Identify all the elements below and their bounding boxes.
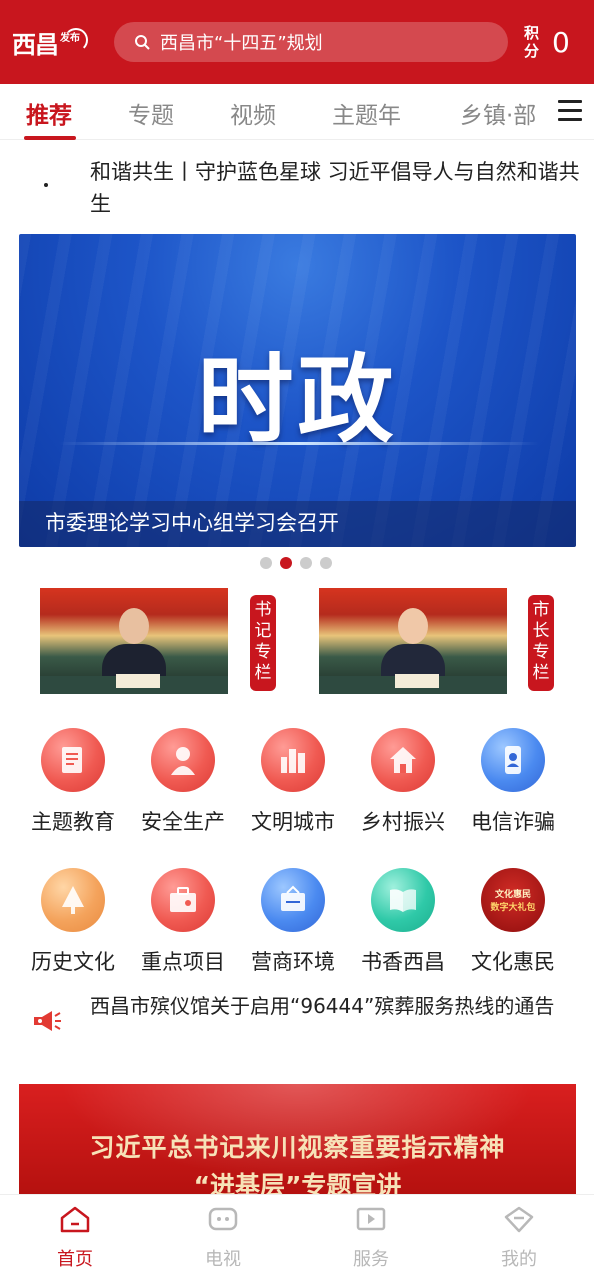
shortcut-label: 主题教育	[31, 810, 115, 834]
nav-label: 首页	[57, 1249, 93, 1270]
tab-video[interactable]: 视频	[230, 96, 276, 130]
shortcut-reading-xichang[interactable]: 书香西昌	[348, 868, 458, 976]
shortcut-label: 历史文化	[31, 950, 115, 974]
phone-icon	[481, 728, 545, 792]
carousel-dot-active[interactable]	[280, 557, 292, 569]
shortcut-label: 乡村振兴	[361, 810, 445, 834]
play-icon	[356, 1207, 386, 1231]
active-tab-indicator	[24, 136, 76, 140]
promo-line-2: “进基层”专题宣讲	[193, 1171, 402, 1194]
briefcase-icon	[151, 868, 215, 932]
shortcut-telecom-fraud[interactable]: 电信诈骗	[458, 728, 568, 836]
headline-news[interactable]: 和谐共生丨守护蓝色星球 习近平倡导人与自然和谐共生	[90, 156, 580, 220]
bottom-nav: 首页 电视 服务 我的	[0, 1194, 594, 1280]
points-value: 0	[552, 25, 570, 59]
top-header: 西昌 发布 西昌市“十四五”规划 积分 0	[0, 0, 594, 84]
tab-theme-year[interactable]: 主题年	[332, 96, 401, 130]
shortcut-label: 安全生产	[141, 810, 225, 834]
shortcut-civilized-city[interactable]: 文明城市	[238, 728, 348, 836]
banner-title: 时政	[197, 344, 398, 456]
shortcut-safety-production[interactable]: 安全生产	[128, 728, 238, 836]
logo-sub-text: 发布	[60, 32, 80, 44]
channel-tabs: 推荐 专题 视频 主题年 乡镇·部	[0, 84, 594, 140]
promo-banner[interactable]: 习近平总书记来川视察重要指示精神 “进基层”专题宣讲	[19, 1084, 576, 1194]
carousel-dot[interactable]	[260, 557, 272, 569]
nav-tv[interactable]: 电视	[178, 1205, 268, 1271]
megaphone-icon	[34, 1011, 61, 1031]
shortcut-label: 电信诈骗	[471, 810, 555, 834]
app-logo[interactable]: 西昌 发布	[12, 14, 108, 70]
tree-icon	[41, 868, 105, 932]
nav-label: 我的	[501, 1249, 537, 1270]
secretary-column-photo[interactable]	[40, 588, 228, 694]
shortcut-key-projects[interactable]: 重点项目	[128, 868, 238, 976]
city-icon	[261, 728, 325, 792]
shortcut-history-culture[interactable]: 历史文化	[18, 868, 128, 976]
worker-icon	[151, 728, 215, 792]
home-icon	[60, 1206, 90, 1233]
nav-home[interactable]: 首页	[30, 1205, 120, 1271]
shortcut-label: 文化惠民	[471, 950, 555, 974]
house-icon	[371, 728, 435, 792]
shortcut-culture-benefit[interactable]: 文化惠民 数字大礼包 文化惠民	[458, 868, 568, 976]
search-bar[interactable]: 西昌市“十四五”规划	[114, 22, 508, 62]
nameplate	[395, 674, 439, 688]
logo-main-text: 西昌	[12, 29, 59, 59]
search-placeholder: 西昌市“十四五”规划	[160, 33, 323, 54]
shortcut-label: 营商环境	[251, 950, 335, 974]
book-icon	[371, 868, 435, 932]
culture-icon: 文化惠民 数字大礼包	[481, 868, 545, 932]
nav-service[interactable]: 服务	[326, 1205, 416, 1271]
nav-label: 电视	[205, 1249, 241, 1270]
search-icon	[135, 35, 150, 50]
mayor-column-label[interactable]: 市长专栏	[528, 595, 554, 691]
nav-profile[interactable]: 我的	[474, 1205, 564, 1271]
carousel-dots	[260, 557, 332, 569]
nameplate	[116, 674, 160, 688]
nav-label: 服务	[353, 1249, 389, 1270]
shortcut-business-environment[interactable]: 营商环境	[238, 868, 348, 976]
shortcut-rural-revitalization[interactable]: 乡村振兴	[348, 728, 458, 836]
bullet-dot	[44, 183, 48, 187]
points-widget[interactable]: 积分 0	[524, 24, 570, 60]
shortcut-theme-education[interactable]: 主题教育	[18, 728, 128, 836]
shortcut-label: 文明城市	[251, 810, 335, 834]
tab-topics[interactable]: 专题	[128, 96, 174, 130]
banner-carousel[interactable]: 时政 市委理论学习中心组学习会召开	[19, 234, 576, 547]
promo-line-1: 习近平总书记来川视察重要指示精神	[89, 1133, 506, 1162]
notice-text[interactable]: 西昌市殡仪馆关于启用“96444”殡葬服务热线的通告	[90, 990, 580, 1022]
shortcut-label: 书香西昌	[361, 950, 445, 974]
carousel-dot[interactable]	[320, 557, 332, 569]
banner-caption: 市委理论学习中心组学习会召开	[45, 511, 339, 535]
shortcut-label: 重点项目	[141, 950, 225, 974]
mayor-column-photo[interactable]	[319, 588, 507, 694]
svg-text:数字大礼包: 数字大礼包	[490, 901, 535, 913]
tab-towns[interactable]: 乡镇·部	[460, 96, 536, 130]
carousel-dot[interactable]	[300, 557, 312, 569]
tv-icon	[208, 1207, 238, 1231]
points-label: 积分	[524, 24, 540, 60]
document-icon	[41, 728, 105, 792]
secretary-column-label[interactable]: 书记专栏	[250, 595, 276, 691]
tab-recommend[interactable]: 推荐	[26, 96, 72, 130]
menu-icon[interactable]	[558, 100, 582, 122]
banner-glow-line	[59, 442, 539, 445]
svg-text:文化惠民: 文化惠民	[494, 888, 531, 900]
app-root: 西昌 发布 西昌市“十四五”规划 积分 0 推荐 专题 视频 主题年 乡镇·部 …	[0, 0, 594, 1280]
sign-icon	[261, 868, 325, 932]
profile-icon	[504, 1206, 534, 1233]
